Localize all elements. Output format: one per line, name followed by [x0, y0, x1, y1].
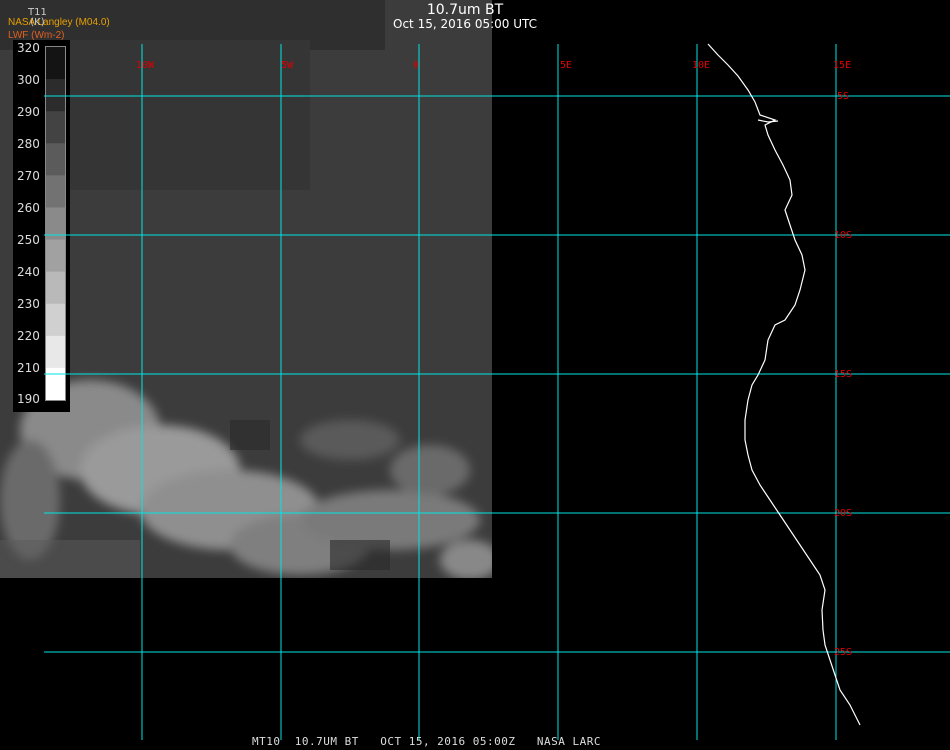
latitude-label: 10S [834, 230, 852, 241]
longitude-label: 5W [281, 60, 294, 71]
colorbar-segment [46, 367, 65, 401]
colorbar-segment [46, 239, 65, 273]
colorbar-segment [46, 335, 65, 369]
colorbar-tick: 280 [17, 137, 40, 151]
colorbar-segment [46, 303, 65, 337]
colorbar-segments [46, 47, 65, 401]
credit-line-2: LWF (Wm-2) [8, 30, 65, 41]
colorbar-segment [46, 79, 65, 112]
longitude-label: 10E [692, 60, 710, 71]
map-title: 10.7um BT [426, 2, 504, 18]
colorbar-tick: 320 [17, 41, 40, 55]
colorbar-segment [46, 143, 65, 176]
longitude-label: 15E [833, 60, 851, 71]
credit-line-1: NASA Langley (M04.0) [8, 17, 110, 28]
colorbar-tick: 210 [17, 361, 40, 375]
satellite-image-swath [0, 0, 492, 578]
colorbar-tick: 300 [17, 73, 40, 87]
colorbar-tick: 190 [17, 392, 40, 406]
colorbar-tick: 220 [17, 329, 40, 343]
latitude-label: 20S [834, 508, 852, 519]
colorbar-segment [46, 111, 65, 144]
colorbar-tick: 290 [17, 105, 40, 119]
colorbar-tick: 260 [17, 201, 40, 215]
map-subtitle: Oct 15, 2016 05:00 UTC [393, 17, 537, 31]
latitude-label: 5S [837, 91, 849, 102]
longitude-label: 5E [560, 60, 572, 71]
colorbar-tick: 230 [17, 297, 40, 311]
colorbar-tick: 250 [17, 233, 40, 247]
colorbar-label-line2: (K) [30, 17, 45, 28]
satellite-map: 10W 5W 0 5E 10E 15E 5S 10S 15S 20S 25S [0, 0, 950, 740]
latitude-label: 15S [834, 369, 852, 380]
latitude-label: 25S [834, 647, 852, 658]
colorbar-segment [46, 175, 65, 208]
longitude-label: 0 [413, 60, 419, 71]
longitude-label: 10W [136, 60, 155, 71]
colorbar-tick: 240 [17, 265, 40, 279]
footer-caption: MT10 10.7UM BT OCT 15, 2016 05:00Z NASA … [252, 735, 602, 748]
colorbar-segment [46, 47, 65, 80]
coastline [707, 43, 861, 726]
colorbar-label: T11 (K) [28, 8, 47, 28]
colorbar-tick: 270 [17, 169, 40, 183]
colorbar-segment [46, 271, 65, 305]
